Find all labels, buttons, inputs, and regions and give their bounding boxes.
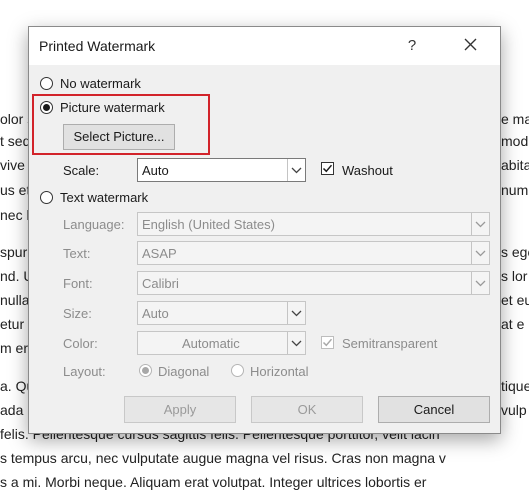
- doc-line: spur: [0, 244, 28, 260]
- doc-line: et eu: [501, 292, 529, 308]
- color-combo[interactable]: Automatic: [137, 331, 306, 355]
- doc-line: e ma: [501, 111, 529, 127]
- chevron-down-icon: [471, 213, 489, 235]
- language-value: English (United States): [142, 217, 275, 232]
- doc-line: nulla: [0, 292, 30, 308]
- doc-line: abita: [501, 157, 529, 173]
- doc-line: vive: [0, 157, 25, 173]
- doc-line: m er: [0, 340, 28, 356]
- horizontal-label[interactable]: Horizontal: [250, 364, 309, 379]
- diagonal-label[interactable]: Diagonal: [158, 364, 209, 379]
- chevron-down-icon: [471, 242, 489, 264]
- no-watermark-label[interactable]: No watermark: [60, 76, 141, 91]
- color-value: Automatic: [182, 336, 240, 351]
- picture-watermark-radio[interactable]: [40, 101, 53, 114]
- doc-line: at e: [501, 316, 525, 332]
- text-label: Text:: [63, 246, 91, 261]
- chevron-down-icon: [287, 332, 305, 354]
- picture-watermark-label[interactable]: Picture watermark: [60, 100, 165, 115]
- diagonal-radio[interactable]: [139, 364, 152, 377]
- washout-label[interactable]: Washout: [342, 163, 393, 178]
- doc-line: num: [501, 182, 529, 198]
- apply-button[interactable]: Apply: [124, 396, 236, 423]
- scale-label: Scale:: [63, 163, 100, 178]
- close-button[interactable]: [461, 34, 481, 56]
- font-value: Calibri: [142, 276, 179, 291]
- font-label: Font:: [63, 276, 93, 291]
- washout-checkbox[interactable]: [321, 162, 334, 175]
- doc-line: ada: [0, 402, 24, 418]
- doc-line: tique: [501, 378, 529, 394]
- size-label: Size:: [63, 306, 92, 321]
- doc-line: vulp: [501, 402, 527, 418]
- doc-line: s lor: [501, 268, 528, 284]
- checkmark-icon: [322, 338, 333, 347]
- chevron-down-icon: [471, 272, 489, 294]
- no-watermark-radio[interactable]: [40, 77, 53, 90]
- scale-value: Auto: [142, 163, 169, 178]
- printed-watermark-dialog: Printed Watermark ? No watermark Picture…: [28, 26, 501, 434]
- chevron-down-icon: [287, 302, 305, 324]
- doc-line: s a mi. Morbi neque. Aliquam erat volutp…: [0, 474, 427, 490]
- dialog-titlebar: Printed Watermark ?: [29, 27, 500, 65]
- size-combo[interactable]: Auto: [137, 301, 306, 325]
- size-value: Auto: [142, 306, 169, 321]
- checkmark-icon: [322, 164, 333, 173]
- doc-line: t sed: [0, 133, 31, 149]
- close-icon: [464, 38, 477, 51]
- font-combo[interactable]: Calibri: [137, 271, 490, 295]
- doc-line: s ege: [501, 244, 529, 260]
- text-combo[interactable]: ASAP: [137, 241, 490, 265]
- ok-button[interactable]: OK: [251, 396, 363, 423]
- text-watermark-radio[interactable]: [40, 191, 53, 204]
- scale-combo[interactable]: Auto: [137, 158, 306, 182]
- horizontal-radio[interactable]: [231, 364, 244, 377]
- semitransparent-label[interactable]: Semitransparent: [342, 336, 437, 351]
- language-label: Language:: [63, 217, 125, 232]
- doc-line: etur: [0, 316, 25, 332]
- cancel-button[interactable]: Cancel: [378, 396, 490, 423]
- language-combo[interactable]: English (United States): [137, 212, 490, 236]
- doc-line: nec l: [0, 207, 30, 223]
- layout-label: Layout:: [63, 364, 106, 379]
- chevron-down-icon: [287, 159, 305, 181]
- doc-line: s tempus arcu, nec vulputate augue magna…: [0, 450, 446, 466]
- color-label: Color:: [63, 336, 98, 351]
- text-value: ASAP: [142, 246, 177, 261]
- semitransparent-checkbox[interactable]: [321, 336, 334, 349]
- help-button[interactable]: ?: [400, 35, 424, 57]
- doc-line: us et: [0, 182, 31, 198]
- select-picture-button[interactable]: Select Picture...: [63, 124, 175, 150]
- doc-line: mod: [501, 133, 529, 149]
- text-watermark-label[interactable]: Text watermark: [60, 190, 148, 205]
- dialog-title: Printed Watermark: [39, 38, 156, 54]
